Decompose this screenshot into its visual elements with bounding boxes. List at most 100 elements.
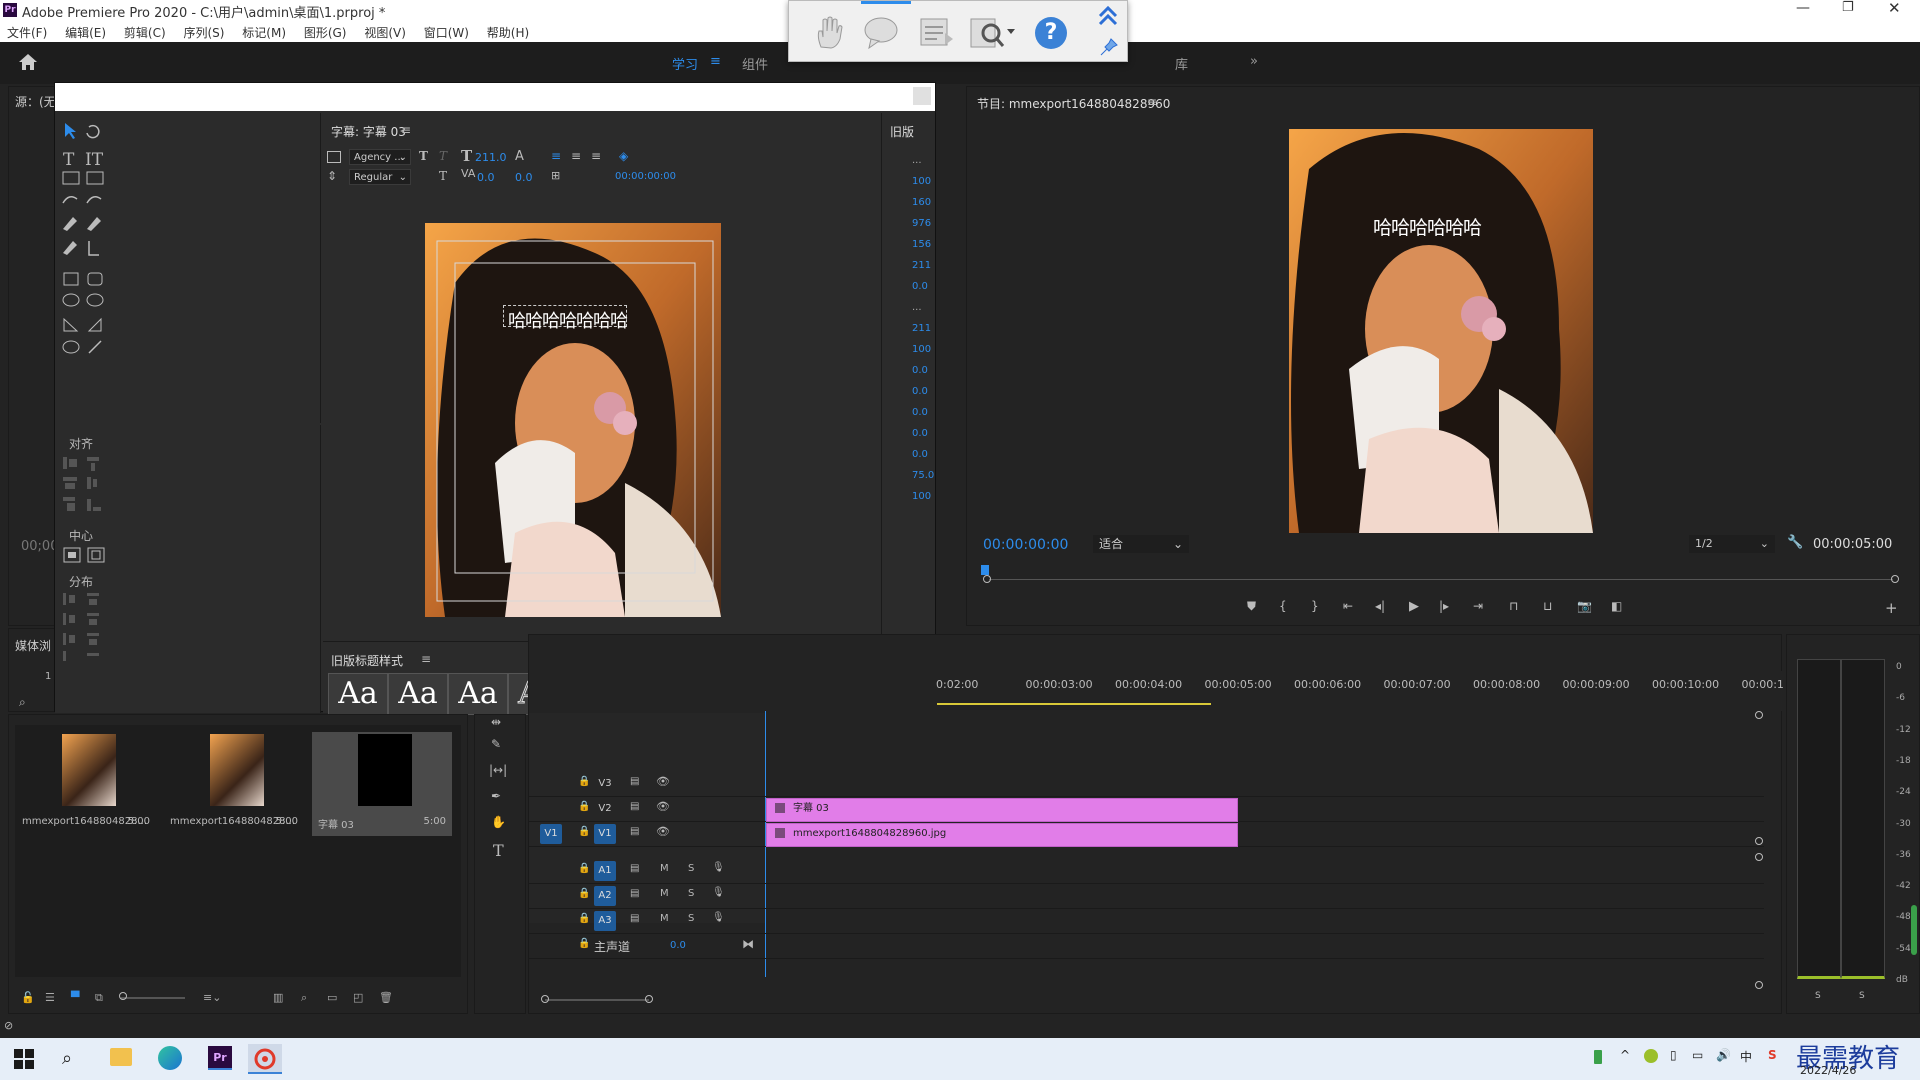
track-sync-icon[interactable]: ▤ [630, 776, 639, 787]
go-to-in-icon[interactable]: ⇤ [1343, 599, 1353, 613]
menu-graphics[interactable]: 图形(G) [304, 26, 347, 40]
track-lock-icon[interactable]: 🔒 [578, 826, 590, 837]
tab-stops-icon[interactable]: ⊞ [551, 169, 560, 182]
tray-ime-icon[interactable]: 中 [1740, 1048, 1752, 1065]
menu-clip[interactable]: 剪辑(C) [124, 26, 166, 40]
kerning-value[interactable]: 0.0 [477, 171, 495, 184]
program-monitor-title[interactable]: 节目: mmexport1648804828960 [977, 95, 1170, 112]
track-lock-icon[interactable]: 🔒 [578, 776, 590, 787]
title-style-swatch[interactable]: Aa [388, 673, 448, 715]
file-explorer-icon[interactable] [110, 1048, 132, 1066]
timeline-vscroll-handle-bottom[interactable] [1755, 981, 1763, 989]
track-lock-icon[interactable]: 🔒 [578, 913, 590, 924]
pen-icon[interactable]: ✒ [491, 789, 501, 803]
zoom-slider[interactable] [121, 997, 185, 999]
add-marker-icon[interactable]: ⛊ [1247, 599, 1256, 614]
legacy-prop-value[interactable]: 0.0 [912, 428, 928, 439]
icon-view-icon[interactable]: ▀ [71, 991, 79, 1004]
playhead-marker[interactable] [981, 565, 989, 575]
collapse-up-icon[interactable] [1097, 5, 1119, 27]
track-label[interactable]: A2 [594, 886, 616, 906]
audio-track-row[interactable]: 🔒 A3 ▤ M S 🎙 [528, 909, 1764, 934]
freeform-view-icon[interactable]: ⧉ [95, 991, 103, 1005]
go-to-out-icon[interactable]: ⇥ [1473, 599, 1483, 613]
edge-icon[interactable] [158, 1046, 182, 1070]
track-eye-icon[interactable]: 👁 [656, 775, 670, 788]
legacy-prop-value[interactable]: ... [912, 155, 922, 166]
close-button[interactable]: ✕ [1888, 0, 1901, 17]
solo-button[interactable]: S [688, 863, 694, 874]
mute-button[interactable]: M [660, 888, 669, 899]
font-size-value[interactable]: 211.0 [475, 151, 507, 164]
legacy-prop-value[interactable]: 75.0 [912, 470, 934, 481]
mute-button[interactable]: M [660, 863, 669, 874]
meter-solo-left[interactable]: S [1815, 991, 1821, 1001]
media-search-icon[interactable]: ⌕ [19, 695, 26, 710]
master-track-row[interactable]: 🔒 主声道 0.0 ⧓ [528, 934, 1764, 959]
title-styles-menu-icon[interactable]: ≡ [421, 652, 431, 666]
timeline-vscroll-handle-top[interactable] [1755, 711, 1763, 719]
title-canvas[interactable]: 哈哈哈哈哈哈哈 [425, 223, 721, 617]
windows-start-icon[interactable] [14, 1049, 34, 1069]
menu-edit[interactable]: 编辑(E) [65, 26, 106, 40]
track-sync-icon[interactable]: ▤ [630, 801, 639, 812]
legacy-prop-value[interactable]: 211 [912, 260, 931, 271]
legacy-prop-value[interactable]: 100 [912, 344, 931, 355]
minimize-button[interactable]: — [1796, 0, 1810, 16]
new-title-icon[interactable] [327, 151, 341, 163]
mark-in-icon[interactable]: { [1279, 599, 1287, 613]
solo-button[interactable]: S [688, 888, 694, 899]
title-editor-close-button[interactable] [913, 87, 931, 105]
tray-battery-status-icon[interactable]: ▯ [1670, 1048, 1677, 1062]
track-sync-icon[interactable]: ▤ [630, 863, 639, 874]
compare-icon[interactable]: ◧ [1611, 599, 1622, 613]
track-lock-icon[interactable]: 🔒 [578, 938, 590, 949]
track-sync-icon[interactable]: ▤ [630, 888, 639, 899]
hand-tool-icon[interactable] [813, 15, 845, 49]
lock-icon[interactable]: 🔓 [21, 991, 35, 1004]
align-left-icon[interactable]: ≡ [551, 149, 561, 163]
underline-icon[interactable]: T [439, 169, 447, 183]
font-style-select[interactable]: Regular ⌄ [349, 169, 411, 185]
timeline-hscroll-end[interactable] [645, 995, 653, 1003]
legacy-prop-value[interactable]: 0.0 [912, 386, 928, 397]
track-select-icon[interactable]: ⇹ [491, 715, 501, 729]
track-label[interactable]: V1 [594, 824, 616, 844]
help-icon[interactable]: ? [1035, 17, 1067, 49]
hand-icon[interactable]: ✋ [491, 815, 506, 829]
wrench-icon[interactable]: 🔧 [1787, 535, 1803, 550]
document-icon[interactable] [917, 15, 955, 49]
program-fit-select[interactable]: 适合 ⌄ [1093, 535, 1189, 553]
audio-track-row[interactable]: 🔒 A2 ▤ M S 🎙 [528, 884, 1764, 909]
title-style-swatch[interactable]: Aa [328, 673, 388, 715]
workspace-tab-assembly[interactable]: 组件 [742, 54, 768, 73]
premiere-taskbar-icon[interactable]: Pr [208, 1046, 232, 1070]
voice-record-icon[interactable]: 🎙 [712, 887, 725, 898]
work-area-bar[interactable] [937, 703, 1211, 705]
project-item[interactable]: mmexport1648804828... 5:00 [164, 732, 304, 836]
zoom-slider-handle[interactable] [119, 992, 127, 1000]
scrub-start-handle[interactable] [983, 575, 991, 583]
workspace-tab-learn[interactable]: 学习 [672, 54, 698, 73]
program-scrub-bar[interactable] [981, 565, 1907, 589]
legacy-prop-value[interactable]: 0.0 [912, 365, 928, 376]
leading-value[interactable]: 0.0 [515, 171, 533, 184]
mute-button[interactable]: M [660, 913, 669, 924]
legacy-prop-value[interactable]: 0.0 [912, 449, 928, 460]
sort-icon[interactable]: ≡⌄ [203, 991, 221, 1004]
title-clip[interactable]: 字幕 03 [766, 798, 1238, 822]
play-icon[interactable]: ▶ [1409, 599, 1419, 614]
font-family-select[interactable]: Agency ... ⌄ [349, 149, 411, 165]
legacy-prop-value[interactable]: 160 [912, 197, 931, 208]
align-center-icon[interactable]: ≡ [571, 149, 581, 163]
menu-sequence[interactable]: 序列(S) [183, 26, 224, 40]
project-item[interactable]: mmexport1648804828... 5:00 [16, 732, 156, 836]
voice-record-icon[interactable]: 🎙 [712, 862, 725, 873]
restore-button[interactable]: ❐ [1842, 0, 1854, 15]
audio-track-row[interactable]: 🔒 A1 ▤ M S 🎙 [528, 859, 1764, 884]
title-style-swatch[interactable]: Aa [448, 673, 508, 715]
track-eye-icon[interactable]: 👁 [656, 825, 670, 838]
master-track-value[interactable]: 0.0 [670, 940, 686, 951]
tray-chevron-icon[interactable]: ^ [1620, 1048, 1630, 1062]
project-item[interactable]: 字幕 03 5:00 [312, 732, 452, 836]
